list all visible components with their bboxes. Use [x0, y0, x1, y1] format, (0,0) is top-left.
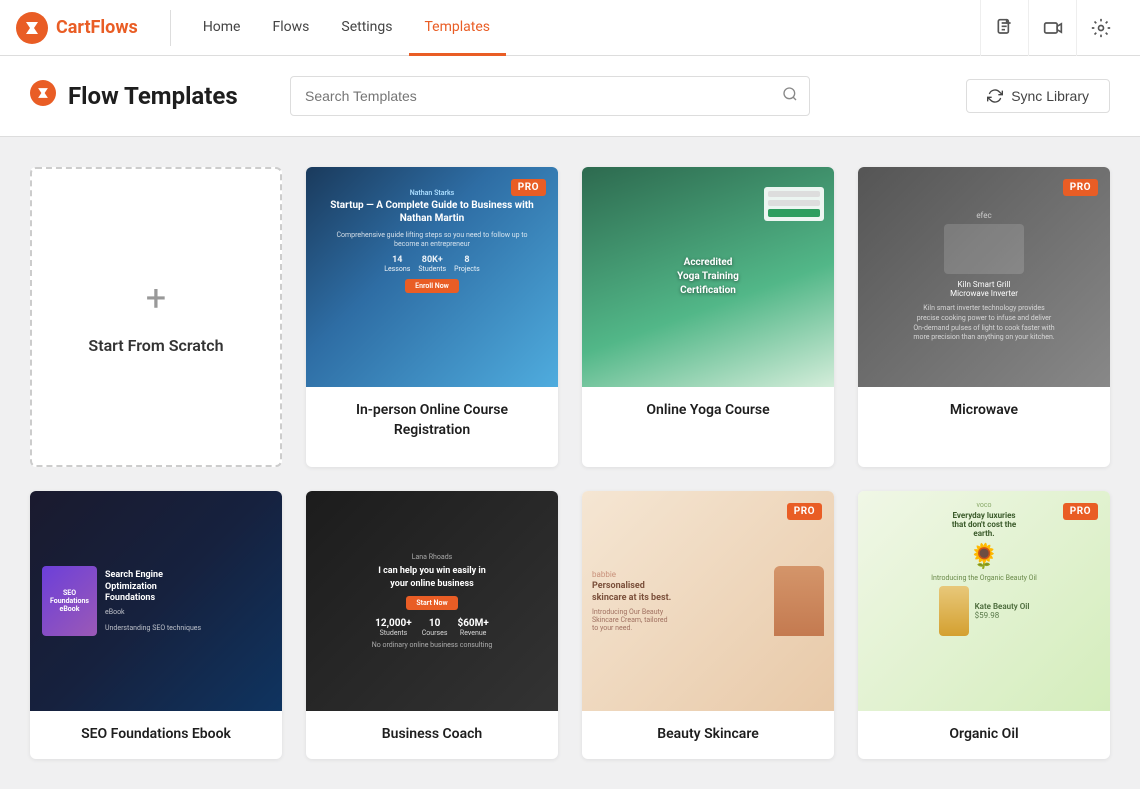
templates-grid: + Start From Scratch PRO Nathan Starks S…: [0, 137, 1140, 789]
page-header: Flow Templates Sync Library: [0, 56, 1140, 137]
pro-badge: PRO: [511, 179, 546, 196]
scratch-label: Start From Scratch: [88, 336, 223, 355]
plus-icon: +: [146, 280, 166, 316]
card-body: Organic Oil: [858, 711, 1110, 759]
settings-icon-button[interactable]: [1076, 0, 1124, 56]
template-card[interactable]: SEOFoundationseBook Search EngineOptimiz…: [30, 491, 282, 759]
pro-badge: PRO: [787, 503, 822, 520]
pro-badge: PRO: [1063, 503, 1098, 520]
template-card[interactable]: PRO Nathan Starks Startup — A Complete G…: [306, 167, 558, 467]
template-card[interactable]: PRO voco Everyday luxuriesthat don't cos…: [858, 491, 1110, 759]
card-thumbnail: voco Everyday luxuriesthat don't cost th…: [858, 491, 1110, 711]
card-thumbnail: babbie Personalisedskincare at its best.…: [582, 491, 834, 711]
document-icon: [995, 18, 1015, 38]
nav-flows[interactable]: Flows: [257, 0, 326, 56]
search-input[interactable]: [290, 76, 810, 116]
template-card[interactable]: PRO efec Kiln Smart GrillMicrowave Inver…: [858, 167, 1110, 467]
start-from-scratch-card[interactable]: + Start From Scratch: [30, 167, 282, 467]
card-name: SEO Foundations Ebook: [46, 725, 266, 745]
card-body: SEO Foundations Ebook: [30, 711, 282, 759]
top-navigation: CartFlows Home Flows Settings Templates: [0, 0, 1140, 56]
card-body: In-person Online Course Registration: [306, 387, 558, 454]
card-thumbnail: efec Kiln Smart GrillMicrowave Inverter …: [858, 167, 1110, 387]
card-name: In-person Online Course Registration: [322, 401, 542, 440]
card-body: Online Yoga Course: [582, 387, 834, 435]
nav-divider: [170, 10, 171, 46]
nav-icon-group: [980, 0, 1124, 56]
template-card[interactable]: Lana Rhoads I can help you win easily in…: [306, 491, 558, 759]
settings-icon: [1091, 18, 1111, 38]
card-thumbnail: Lana Rhoads I can help you win easily in…: [306, 491, 558, 711]
card-name: Microwave: [874, 401, 1094, 421]
video-icon: [1043, 18, 1063, 38]
flow-templates-icon: [30, 80, 56, 112]
card-name: Online Yoga Course: [598, 401, 818, 421]
card-thumbnail: AccreditedYoga TrainingCertification: [582, 167, 834, 387]
nav-links: Home Flows Settings Templates: [187, 0, 980, 55]
card-body: Microwave: [858, 387, 1110, 435]
sync-icon: [987, 88, 1003, 104]
card-name: Organic Oil: [874, 725, 1094, 745]
template-card[interactable]: PRO babbie Personalisedskincare at its b…: [582, 491, 834, 759]
nav-templates[interactable]: Templates: [409, 0, 507, 56]
sync-label: Sync Library: [1011, 88, 1089, 104]
page-header-left: Flow Templates: [30, 80, 270, 112]
search-icon: [782, 86, 798, 106]
search-bar: [290, 76, 810, 116]
brand-name: CartFlows: [56, 17, 138, 38]
brand-logo[interactable]: CartFlows: [16, 12, 138, 44]
card-body: Business Coach: [306, 711, 558, 759]
video-icon-button[interactable]: [1028, 0, 1076, 56]
nav-settings[interactable]: Settings: [325, 0, 408, 56]
template-card[interactable]: AccreditedYoga TrainingCertification Onl…: [582, 167, 834, 467]
sync-library-button[interactable]: Sync Library: [966, 79, 1110, 113]
pro-badge: PRO: [1063, 179, 1098, 196]
page-title: Flow Templates: [68, 82, 238, 110]
card-name: Beauty Skincare: [598, 725, 818, 745]
document-icon-button[interactable]: [980, 0, 1028, 56]
nav-home[interactable]: Home: [187, 0, 257, 56]
card-name: Business Coach: [322, 725, 542, 745]
card-thumbnail: Nathan Starks Startup — A Complete Guide…: [306, 167, 558, 387]
card-thumbnail: SEOFoundationseBook Search EngineOptimiz…: [30, 491, 282, 711]
card-body: Beauty Skincare: [582, 711, 834, 759]
